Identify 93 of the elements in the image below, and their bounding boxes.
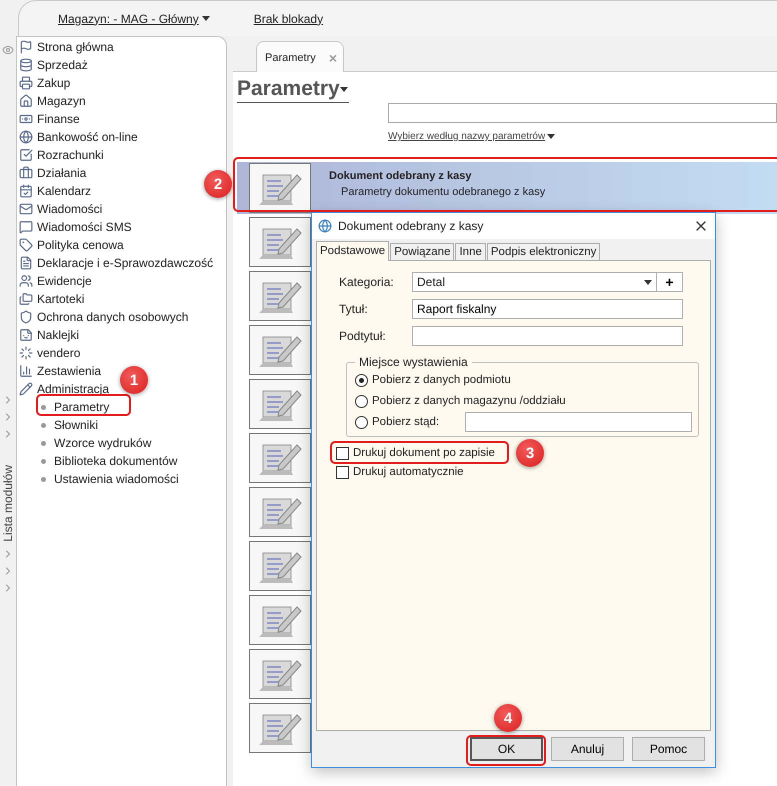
sidebar-item[interactable]: Wiadomości — [37, 202, 102, 216]
radio-button[interactable] — [355, 394, 368, 408]
dialog-tab[interactable]: Podpis elektroniczny — [486, 243, 600, 261]
field-label: Tytuł: — [339, 302, 369, 316]
checkbox-label[interactable]: Drukuj automatycznie — [353, 466, 464, 478]
caret-icon — [547, 134, 556, 139]
dialog-tab[interactable]: Inne — [455, 243, 486, 261]
sidebar-subitem[interactable]: Ustawienia wiadomości — [54, 472, 179, 486]
chart-icon — [19, 364, 33, 378]
dialog-title: Dokument odebrany z kasy — [338, 219, 484, 233]
globe-icon — [19, 130, 33, 144]
users-icon — [19, 274, 33, 288]
sidebar-item[interactable]: Strona główna — [37, 40, 114, 54]
sidebar-subitem[interactable]: Słowniki — [54, 418, 98, 432]
caret-icon — [202, 16, 210, 21]
group-title: Miejsce wystawienia — [358, 355, 469, 369]
checkbox[interactable] — [336, 446, 349, 460]
house-icon — [19, 94, 33, 108]
sidebar-item[interactable]: Działania — [37, 166, 86, 180]
field-label: Podtytuł: — [339, 329, 387, 343]
sidebar-item[interactable]: Deklaracje i e-Sprawozdawczość — [37, 256, 214, 270]
field-label: Kategoria: — [339, 275, 395, 289]
checkbox-icon — [19, 148, 33, 162]
flag-icon — [19, 40, 33, 54]
sidebar-item[interactable]: Magazyn — [37, 94, 86, 108]
bullet-icon — [41, 440, 46, 446]
sidebar-subitem[interactable]: Biblioteka dokumentów — [54, 454, 178, 468]
filter-link[interactable]: Wybierz według nazwy parametrów — [388, 131, 556, 142]
text-field[interactable]: Raport fiskalny — [412, 299, 683, 319]
checkbox[interactable] — [336, 466, 349, 478]
pencil-icon — [19, 382, 33, 396]
bullet-icon — [41, 422, 46, 428]
bullet-icon — [41, 458, 46, 464]
tag-icon — [19, 238, 33, 252]
radio-button[interactable] — [355, 416, 368, 428]
sidebar-item[interactable]: Wiadomości SMS — [37, 220, 132, 234]
module-list-label[interactable]: Lista modułów — [1, 465, 15, 542]
sidebar-item[interactable]: Rozrachunki — [37, 148, 104, 162]
text-field[interactable] — [412, 326, 683, 346]
sidebar-item[interactable]: Kalendarz — [37, 184, 92, 198]
briefcase-icon — [19, 166, 33, 180]
bullet-icon — [41, 476, 46, 482]
sidebar-item[interactable]: Kartoteki — [37, 292, 84, 306]
search-field[interactable] — [388, 103, 777, 123]
warehouse-selector[interactable]: Magazyn: - MAG - Główny — [58, 12, 210, 26]
dialog-button[interactable]: OK — [470, 737, 543, 761]
parameter-row[interactable]: Dokument odebrany z kasy Parametry dokumentu odebranego z kasy — [237, 162, 777, 214]
option-label[interactable]: Pobierz z danych podmiotu — [372, 374, 511, 386]
sidebar-item[interactable]: Sprzedaż — [37, 58, 88, 72]
sidebar-item[interactable]: Naklejki — [37, 328, 80, 342]
bullet-icon — [41, 404, 46, 410]
caret-icon — [340, 86, 348, 92]
dialog-tab[interactable]: Podstawowe — [316, 241, 390, 261]
location-field[interactable] — [465, 412, 692, 432]
dropdown-arrow-icon — [644, 280, 652, 284]
banknote-icon — [19, 112, 33, 126]
calendar-icon — [19, 184, 33, 198]
sidebar-subitem[interactable]: Parametry — [54, 400, 110, 414]
shield-icon — [19, 310, 33, 324]
dialog-tab[interactable]: Powiązane — [390, 243, 454, 261]
sidebar-item[interactable]: Ewidencje — [37, 274, 92, 288]
row-description: Parametry dokumentu odebranego z kasy — [340, 186, 546, 198]
loader-icon — [19, 346, 33, 360]
dialog-button[interactable]: Pomoc — [632, 737, 705, 761]
add-button[interactable]: + — [657, 272, 683, 292]
folders-icon — [19, 292, 33, 306]
document-icon — [19, 256, 33, 270]
tab[interactable]: Parametry × — [256, 41, 344, 72]
sticker-icon — [19, 328, 33, 342]
app-icon — [318, 219, 332, 233]
sidebar-item[interactable]: Bankowość on-line — [37, 130, 138, 144]
category-dropdown[interactable]: Detal — [412, 272, 657, 292]
dialog-button[interactable]: Anuluj — [551, 737, 624, 761]
sidebar-item[interactable]: Zestawienia — [37, 364, 102, 378]
view-icon[interactable] — [2, 44, 14, 56]
sidebar-item[interactable]: vendero — [37, 346, 80, 360]
option-label[interactable]: Pobierz stąd: — [372, 416, 440, 428]
checkbox-label[interactable]: Drukuj dokument po zapisie — [353, 447, 495, 459]
option-label[interactable]: Pobierz z danych magazynu /oddziału — [372, 395, 566, 407]
sidebar-item[interactable]: Finanse — [37, 112, 80, 126]
mail-icon — [19, 202, 33, 216]
sidebar-item[interactable]: Polityka cenowa — [37, 238, 124, 252]
radio-button[interactable] — [355, 374, 368, 386]
row-title: Dokument odebrany z kasy — [329, 170, 472, 182]
database-icon — [19, 58, 33, 72]
printer-icon — [19, 76, 33, 90]
message-icon — [19, 220, 33, 234]
sidebar-item[interactable]: Zakup — [37, 76, 70, 90]
lock-status-link[interactable]: Brak blokady — [254, 12, 324, 26]
sidebar-item[interactable]: Ochrona danych osobowych — [37, 310, 188, 324]
sidebar-subitem[interactable]: Wzorce wydruków — [54, 436, 152, 450]
page-title[interactable]: Parametry — [237, 76, 349, 103]
sidebar-item[interactable]: Administracja — [37, 382, 110, 396]
